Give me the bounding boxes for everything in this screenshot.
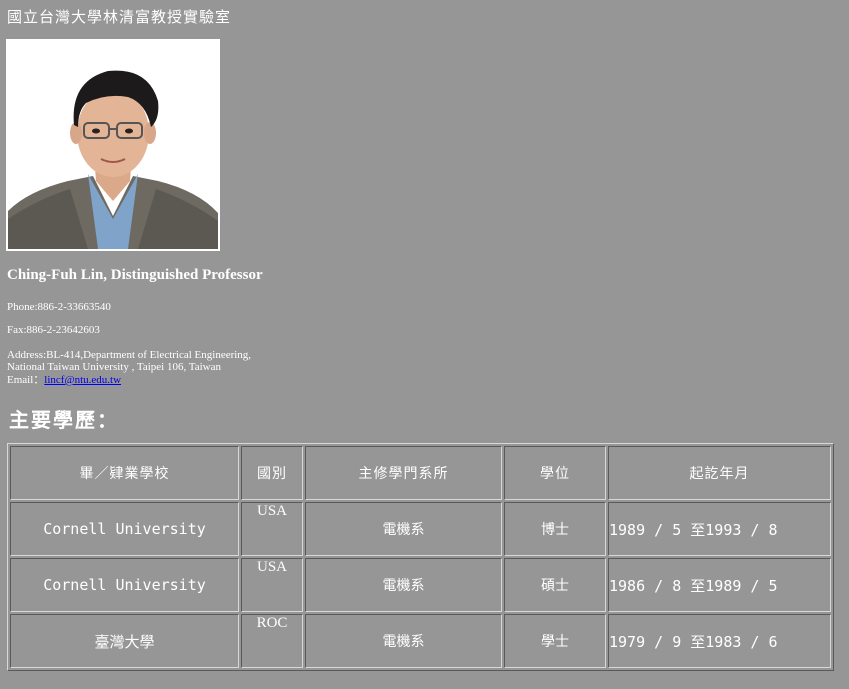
education-table: 畢／肄業學校 國別 主修學門系所 學位 起訖年月 Cornell Univers… bbox=[7, 443, 834, 671]
period-cell: 1979 / 9 至1983 / 6 bbox=[608, 614, 831, 668]
table-row: Cornell University USA 電機系 碩士 1986 / 8 至… bbox=[10, 558, 831, 612]
country-cell: USA bbox=[241, 558, 303, 612]
header-country: 國別 bbox=[241, 446, 303, 500]
professor-name: Ching-Fuh Lin, Distinguished Professor bbox=[7, 267, 263, 283]
period-cell: 1989 / 5 至1993 / 8 bbox=[608, 502, 831, 556]
education-section-title: 主要學歷： bbox=[9, 408, 119, 432]
table-row: 臺灣大學 ROC 電機系 學士 1979 / 9 至1983 / 6 bbox=[10, 614, 831, 668]
header-degree: 學位 bbox=[504, 446, 606, 500]
address-line-1: Address:BL-414,Department of Electrical … bbox=[7, 349, 252, 361]
phone-text: Phone:886-2-33663540 bbox=[7, 301, 111, 313]
header-school: 畢／肄業學校 bbox=[10, 446, 239, 500]
school-cell: 臺灣大學 bbox=[10, 614, 239, 668]
major-cell: 電機系 bbox=[305, 502, 502, 556]
major-cell: 電機系 bbox=[305, 558, 502, 612]
major-cell: 電機系 bbox=[305, 614, 502, 668]
professor-photo bbox=[6, 39, 220, 251]
school-cell: Cornell University bbox=[10, 558, 239, 612]
degree-cell: 博士 bbox=[504, 502, 606, 556]
address-line-2: National Taiwan University , Taipei 106,… bbox=[7, 361, 221, 373]
header-period: 起訖年月 bbox=[608, 446, 831, 500]
email-row: Email：lincf@ntu.edu.tw bbox=[7, 374, 121, 386]
lab-title: 國立台灣大學林清富教授實驗室 bbox=[7, 8, 232, 26]
email-link[interactable]: lincf@ntu.edu.tw bbox=[44, 374, 121, 386]
school-cell: Cornell University bbox=[10, 502, 239, 556]
table-row: Cornell University USA 電機系 博士 1989 / 5 至… bbox=[10, 502, 831, 556]
email-label: Email： bbox=[7, 374, 45, 386]
country-cell: USA bbox=[241, 502, 303, 556]
degree-cell: 學士 bbox=[504, 614, 606, 668]
portrait-image bbox=[8, 41, 218, 249]
header-major: 主修學門系所 bbox=[305, 446, 502, 500]
country-cell: ROC bbox=[241, 614, 303, 668]
period-cell: 1986 / 8 至1989 / 5 bbox=[608, 558, 831, 612]
table-header-row: 畢／肄業學校 國別 主修學門系所 學位 起訖年月 bbox=[10, 446, 831, 500]
degree-cell: 碩士 bbox=[504, 558, 606, 612]
fax-text: Fax:886-2-23642603 bbox=[7, 324, 100, 336]
page: 國立台灣大學林清富教授實驗室 Ching-Fuh Lin, Distinguis… bbox=[0, 0, 849, 689]
